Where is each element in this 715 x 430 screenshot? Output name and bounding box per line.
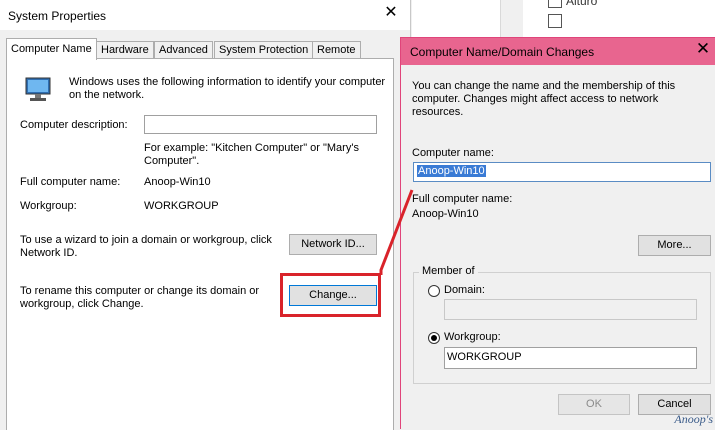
domain-input[interactable] xyxy=(444,299,697,320)
computer-icon xyxy=(25,77,51,101)
workgroup-radio-dot xyxy=(431,335,437,341)
background-gutter xyxy=(501,0,523,40)
dialog-full-name-label: Full computer name: xyxy=(412,193,513,205)
example-text: For example: "Kitchen Computer" or "Mary… xyxy=(144,142,359,167)
description-label: Computer description: xyxy=(20,119,128,131)
workgroup-radio[interactable] xyxy=(428,332,440,344)
system-properties-window: System Properties ✕ Computer Name Hardwa… xyxy=(0,0,411,430)
full-name-value: Anoop-Win10 xyxy=(144,176,211,188)
dialog-intro-text: You can change the name and the membersh… xyxy=(412,80,676,118)
tab-hardware[interactable]: Hardware xyxy=(96,41,154,59)
dialog-title: Computer Name/Domain Changes xyxy=(410,45,595,59)
network-id-button[interactable]: Network ID... xyxy=(289,234,377,255)
background-checkbox[interactable] xyxy=(548,14,562,28)
background-pane xyxy=(412,0,501,40)
computer-name-selected-text: Anoop-Win10 xyxy=(417,165,486,177)
tab-remote[interactable]: Remote xyxy=(312,41,361,59)
full-name-label: Full computer name: xyxy=(20,176,121,188)
wizard-text: To use a wizard to join a domain or work… xyxy=(20,234,272,259)
workgroup-input[interactable]: WORKGROUP xyxy=(444,347,697,369)
dialog-full-name-value: Anoop-Win10 xyxy=(412,208,479,220)
member-of-label: Member of xyxy=(419,265,478,277)
dialog-title-bar: Computer Name/Domain Changes ✕ xyxy=(401,38,715,65)
dialog-close-icon[interactable]: ✕ xyxy=(692,38,714,60)
domain-changes-dialog: Computer Name/Domain Changes ✕ You can c… xyxy=(400,37,715,429)
workgroup-value: WORKGROUP xyxy=(144,200,219,212)
ok-button[interactable]: OK xyxy=(558,394,630,415)
title-bar: System Properties ✕ xyxy=(0,0,410,30)
computer-name-input[interactable]: Anoop-Win10 xyxy=(413,162,711,182)
close-icon[interactable]: ✕ xyxy=(378,2,404,24)
computer-name-panel: Windows uses the following information t… xyxy=(6,58,394,430)
domain-label: Domain: xyxy=(444,284,485,296)
domain-radio[interactable] xyxy=(428,285,440,297)
change-button-highlight xyxy=(280,273,381,317)
computer-name-label: Computer name: xyxy=(412,147,494,159)
window-title: System Properties xyxy=(8,9,107,23)
tab-system-protection[interactable]: System Protection xyxy=(214,41,314,59)
dialog-workgroup-label: Workgroup: xyxy=(444,331,501,343)
background-checkbox[interactable] xyxy=(548,0,562,8)
workgroup-label: Workgroup: xyxy=(20,200,77,212)
watermark: Anoop's xyxy=(674,412,713,426)
tab-advanced[interactable]: Advanced xyxy=(154,41,213,59)
background-text: Aituro xyxy=(566,0,598,8)
intro-text: Windows uses the following information t… xyxy=(69,76,386,101)
rename-text: To rename this computer or change its do… xyxy=(20,285,260,310)
more-button[interactable]: More... xyxy=(638,235,711,256)
description-input[interactable] xyxy=(144,115,377,134)
background-window xyxy=(412,0,715,40)
tab-computer-name[interactable]: Computer Name xyxy=(6,38,97,60)
